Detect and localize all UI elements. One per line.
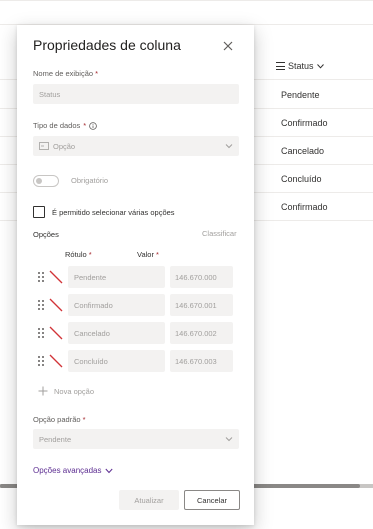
add-option-label: Nova opção [54,386,95,396]
chevron-down-icon [225,437,233,442]
required-mark: * [95,69,99,78]
display-name-input[interactable]: Status [33,84,239,104]
option-row: Cancelado 146.670.002 [33,322,243,344]
close-icon[interactable] [221,39,235,53]
grid-line [0,0,373,1]
choice-type-icon [39,142,49,150]
status-cell[interactable]: Concluído [281,165,322,193]
options-section-label: Opções [33,230,59,239]
option-value-input[interactable]: 146.670.003 [170,350,233,372]
chevron-down-icon [225,144,233,149]
display-name-label: Nome de exibição * [33,69,99,78]
required-toggle[interactable] [33,175,59,187]
chevron-down-icon [104,468,113,473]
default-option-value: Pendente [39,434,72,444]
label-column-header: Rótulo * [65,250,92,259]
option-label-input[interactable]: Concluído [68,350,165,372]
data-type-label: Tipo de dados * [33,121,97,130]
drag-handle-icon[interactable] [38,272,44,282]
value-column-header: Valor * [137,250,159,259]
default-option-label: Opção padrão * [33,415,86,424]
status-cell[interactable]: Cancelado [281,137,324,165]
no-color-swatch-icon[interactable] [49,298,63,312]
plus-icon [38,386,48,396]
option-label-input[interactable]: Pendente [68,266,165,288]
status-cell[interactable]: Pendente [281,81,320,109]
multi-select-label: É permitido selecionar várias opções [52,208,175,217]
no-color-swatch-icon[interactable] [49,326,63,340]
multi-select-checkbox[interactable] [33,206,45,218]
status-cell[interactable]: Confirmado [281,109,328,137]
status-cell[interactable]: Confirmado [281,193,328,221]
option-value-input[interactable]: 146.670.000 [170,266,233,288]
option-row: Concluído 146.670.003 [33,350,243,372]
required-mark: * [82,415,86,424]
data-type-value: Opção [53,141,76,151]
chevron-down-icon [316,63,324,69]
status-column-header[interactable]: Status [276,58,373,74]
drag-handle-icon[interactable] [38,356,44,366]
option-label-input[interactable]: Cancelado [68,322,165,344]
column-properties-panel: Propriedades de coluna Nome de exibição … [17,25,254,525]
no-color-swatch-icon[interactable] [49,270,63,284]
option-label-input[interactable]: Confirmado [68,294,165,316]
option-row: Confirmado 146.670.001 [33,294,243,316]
drag-handle-icon[interactable] [38,328,44,338]
option-value-input[interactable]: 146.670.001 [170,294,233,316]
no-color-swatch-icon[interactable] [49,354,63,368]
required-toggle-label: Obrigatório [71,176,109,185]
choice-column-icon [276,62,285,70]
data-type-dropdown[interactable]: Opção [33,136,239,156]
advanced-options-label: Opções avançadas [33,466,102,475]
drag-handle-icon[interactable] [38,300,44,310]
add-option-button[interactable]: Nova opção [38,384,94,398]
display-name-value: Status [39,89,61,99]
status-column-title: Status [288,61,314,71]
update-button[interactable]: Atualizar [119,490,179,510]
panel-title: Propriedades de coluna [33,37,181,53]
cancel-button[interactable]: Cancelar [184,490,240,510]
required-mark: * [83,121,87,130]
sort-options-link[interactable]: Classificar [202,229,237,238]
advanced-options-toggle[interactable]: Opções avançadas [33,466,113,475]
option-value-input[interactable]: 146.670.002 [170,322,233,344]
toggle-knob [36,178,42,184]
default-option-dropdown[interactable]: Pendente [33,429,239,449]
option-row: Pendente 146.670.000 [33,266,243,288]
info-icon[interactable] [89,121,97,130]
